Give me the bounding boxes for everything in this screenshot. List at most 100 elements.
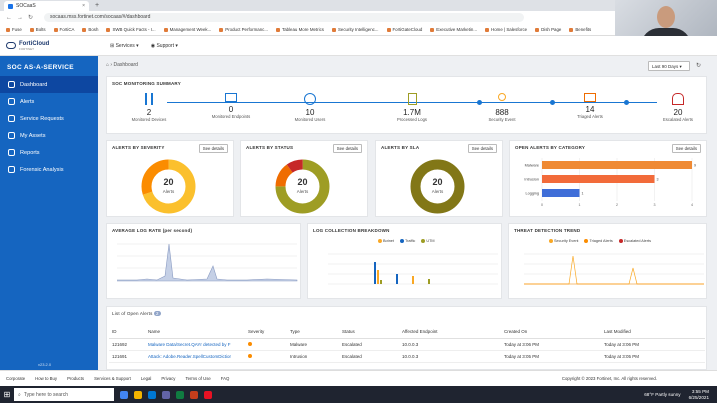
- bookmark[interactable]: Executive Marketin...: [430, 27, 477, 32]
- back-icon[interactable]: ←: [6, 15, 12, 21]
- table-row[interactable]: 121692 Malware Data/Secret.QAYr detected…: [109, 338, 705, 351]
- col-severity[interactable]: Severity: [245, 326, 287, 339]
- legend-label: UTM: [426, 239, 435, 243]
- bookmark[interactable]: Tableau More Metrics: [276, 27, 324, 32]
- tab-title: SOCaaS: [16, 3, 36, 9]
- bookmark[interactable]: Bolts: [30, 27, 46, 32]
- sla-donut: 20 Alerts: [409, 158, 466, 215]
- footer-link[interactable]: Products: [67, 376, 84, 381]
- stat-monitored-devices: 2 Monitored Devices: [119, 93, 179, 122]
- stat-label: Monitored Endpoints: [211, 114, 251, 119]
- bookmark[interactable]: Dish Page: [535, 27, 561, 32]
- see-details-button[interactable]: See details: [332, 144, 362, 153]
- folder-icon[interactable]: [134, 390, 142, 399]
- tick-label: 1: [579, 203, 581, 207]
- category-bar[interactable]: [542, 189, 580, 197]
- close-tab-icon[interactable]: ×: [82, 3, 85, 9]
- devices-icon: [145, 93, 153, 105]
- col-type[interactable]: Type: [287, 326, 339, 339]
- sidebar-item-forensic-analysis[interactable]: Forensic Analysis: [0, 161, 98, 178]
- sidebar-item-label: Forensic Analysis: [20, 166, 64, 173]
- forward-icon[interactable]: →: [17, 15, 23, 21]
- search-icon: ⌕: [18, 391, 21, 398]
- alerts-table: ID Name Severity Type Status Affected En…: [109, 326, 705, 363]
- footer-link[interactable]: Privacy: [161, 376, 175, 381]
- stat-value: 20: [673, 108, 683, 117]
- category-bar[interactable]: [542, 161, 692, 169]
- threat-detection-trend-card: THREAT DETECTION TREND Security Event Tri…: [508, 223, 707, 299]
- stat-monitored-users: 10 Monitored Users: [280, 93, 340, 122]
- alert-name-link[interactable]: Attack: Adobe.Reader.SpellCustomDictior: [145, 350, 245, 363]
- browser-tab[interactable]: SOCaaS ×: [4, 1, 89, 11]
- url-input[interactable]: socaas.mss.fortinet.com/socaas/#/dashboa…: [44, 13, 525, 22]
- cell-endpoint: 10.0.0.3: [399, 338, 501, 351]
- table-row[interactable]: 121691 Attack: Adobe.Reader.SpellCustomD…: [109, 350, 705, 363]
- refresh-icon[interactable]: ↻: [696, 62, 701, 69]
- bookmark[interactable]: Benefits: [569, 27, 591, 32]
- legend-item: Botnet: [378, 239, 394, 243]
- windows-start-icon[interactable]: ⊞: [0, 386, 14, 403]
- reload-icon[interactable]: ↻: [28, 14, 33, 21]
- outlook-icon[interactable]: [148, 390, 156, 399]
- bookmark[interactable]: Bosh: [82, 27, 98, 32]
- sidebar-item-dashboard[interactable]: Dashboard: [0, 76, 98, 93]
- see-details-button[interactable]: See details: [198, 144, 228, 153]
- chrome-icon[interactable]: [120, 390, 128, 399]
- bookmark[interactable]: FortiGateCloud: [387, 27, 423, 32]
- category-bar-chart: 0 1 2 3 4 Malware 9 Intrusion 3 Logging 1: [524, 158, 696, 207]
- card-title: LOG COLLECTION BREAKDOWN: [313, 228, 390, 233]
- weather-widget[interactable]: 68°F Partly sunny: [644, 392, 680, 397]
- legend-item: Security Event: [549, 239, 578, 243]
- col-status[interactable]: Status: [339, 326, 399, 339]
- sidebar-item-alerts[interactable]: Alerts: [0, 93, 98, 110]
- taskbar-search-input[interactable]: ⌕ Type here to search: [14, 388, 114, 401]
- flow-dot: [624, 100, 629, 105]
- alert-name-link[interactable]: Malware Data/Secret.QAYr detected by F: [145, 338, 245, 351]
- footer-link[interactable]: Corporate: [6, 376, 25, 381]
- acrobat-icon[interactable]: [204, 390, 212, 399]
- excel-icon[interactable]: [176, 390, 184, 399]
- key-icon: [498, 93, 506, 101]
- bookmark[interactable]: Product Performanc...: [219, 27, 268, 32]
- col-name[interactable]: Name: [145, 326, 245, 339]
- col-created-on[interactable]: Created On: [501, 326, 601, 339]
- monitor-icon: [225, 93, 237, 102]
- footer-link[interactable]: FAQ: [221, 376, 230, 381]
- card-title: ALERTS BY SEVERITY: [112, 145, 165, 150]
- bookmark[interactable]: FortiCA: [54, 27, 75, 32]
- footer-link[interactable]: Services & Support: [94, 376, 131, 381]
- col-id[interactable]: ID: [109, 326, 145, 339]
- bookmark[interactable]: Management Week...: [164, 27, 212, 32]
- bookmark[interactable]: Home | Salesforce: [485, 27, 527, 32]
- sidebar-item-label: Service Requests: [20, 115, 64, 122]
- donut-label: Alerts: [431, 189, 444, 194]
- stat-value: 1.7M: [403, 108, 421, 117]
- col-last-modified[interactable]: Last Modified: [601, 326, 705, 339]
- home-icon[interactable]: ⌂: [106, 62, 109, 68]
- cell-status: Escalated: [339, 338, 399, 351]
- clock-time: 3:55 PM: [691, 388, 709, 394]
- powerpoint-icon[interactable]: [190, 390, 198, 399]
- forticloud-logo[interactable]: FortiCloud FORTINET: [0, 41, 98, 51]
- donut-value: 20: [297, 177, 308, 187]
- footer-link[interactable]: Legal: [141, 376, 152, 381]
- footer-link[interactable]: How to Buy: [35, 376, 57, 381]
- cell-modified: Today at 3:05 PM: [601, 350, 705, 363]
- bookmark[interactable]: SWB Quick Facts - I...: [106, 27, 155, 32]
- teams-icon[interactable]: [162, 390, 170, 399]
- sidebar-item-reports[interactable]: Reports: [0, 144, 98, 161]
- new-tab-icon[interactable]: +: [95, 2, 99, 9]
- col-affected-endpoint[interactable]: Affected Endpoint: [399, 326, 501, 339]
- sidebar-item-my-assets[interactable]: My Assets: [0, 127, 98, 144]
- see-details-button[interactable]: See details: [467, 144, 497, 153]
- clock[interactable]: 3:55 PM 6/25/2021: [689, 389, 709, 401]
- category-bar[interactable]: [542, 175, 655, 183]
- bookmark[interactable]: Security Intelligenc...: [332, 27, 379, 32]
- services-menu[interactable]: ⊞ Services ▾: [110, 43, 139, 49]
- sidebar-item-service-requests[interactable]: Service Requests: [0, 110, 98, 127]
- bookmark[interactable]: Fuse: [6, 27, 22, 32]
- category-label: Malware: [525, 164, 539, 168]
- footer-link[interactable]: Terms of Use: [185, 376, 210, 381]
- support-menu[interactable]: ◉ Support ▾: [151, 43, 178, 49]
- date-range-select[interactable]: Last 90 Days ▾: [648, 61, 690, 71]
